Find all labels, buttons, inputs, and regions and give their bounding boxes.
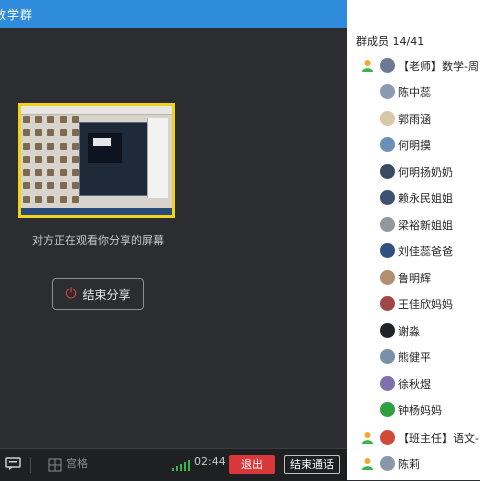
- avatar: [380, 376, 395, 391]
- avatar: [380, 270, 395, 285]
- avatar: [380, 164, 395, 179]
- member-label: 【老师】数学-周: [398, 60, 479, 73]
- member-name: 何明扬奶奶: [398, 166, 453, 179]
- list-item[interactable]: 梁裕新姐姐: [347, 215, 480, 235]
- power-icon: ⏻: [65, 286, 77, 302]
- list-item[interactable]: 王佳欣妈妈: [347, 294, 480, 314]
- member-group-teacher[interactable]: 【老师】数学-周: [347, 56, 480, 76]
- signal-strength-icon: [172, 460, 190, 471]
- member-name: 郭雨涵: [398, 113, 431, 126]
- avatar: [380, 84, 395, 99]
- list-item[interactable]: 谢淼: [347, 321, 480, 341]
- list-item[interactable]: 鲁明辉: [347, 268, 480, 288]
- end-call-button[interactable]: 结束通话: [284, 455, 340, 474]
- avatar: [380, 58, 395, 73]
- share-status-text: 对方正在观看你分享的屏幕: [32, 234, 164, 247]
- chat-icon[interactable]: [5, 457, 21, 471]
- end-share-button[interactable]: ⏻ 结束分享: [52, 278, 144, 310]
- member-name: 何明摸: [398, 139, 431, 152]
- avatar: [380, 111, 395, 126]
- list-item[interactable]: 徐秋煜: [347, 374, 480, 394]
- avatar: [380, 137, 395, 152]
- preview-toolbar: [21, 106, 172, 115]
- avatar: [380, 323, 395, 338]
- user-icon: [362, 60, 373, 72]
- list-item[interactable]: 钟杨妈妈: [347, 400, 480, 420]
- grid-view-label[interactable]: 宫格: [66, 455, 88, 471]
- member-name: 谢淼: [398, 325, 420, 338]
- member-label: 陈莉: [398, 458, 420, 471]
- member-name: 王佳欣妈妈: [398, 298, 453, 311]
- list-item[interactable]: 何明摸: [347, 135, 480, 155]
- grid-icon[interactable]: [48, 458, 62, 472]
- window-title: 数学群: [0, 8, 34, 22]
- title-bar: 数学群: [0, 0, 347, 28]
- member-name: 刘佳蕊爸爸: [398, 245, 453, 258]
- member-name: 陈中蕊: [398, 86, 431, 99]
- member-sidebar: 群成员 14/41 【老师】数学-周 陈中蕊郭雨涵何明摸何明扬奶奶赖永民姐姐梁裕…: [347, 0, 480, 480]
- user-icon: [362, 432, 373, 444]
- member-group-head-teacher[interactable]: 【班主任】语文-: [347, 428, 480, 448]
- avatar: [380, 402, 395, 417]
- toolbar-divider: [30, 457, 31, 473]
- preview-sidebar: [147, 118, 168, 198]
- member-name: 熊健平: [398, 351, 431, 364]
- avatar: [380, 430, 395, 445]
- member-count: 群成员 14/41: [356, 35, 425, 48]
- list-item[interactable]: 何明扬奶奶: [347, 162, 480, 182]
- avatar: [380, 349, 395, 364]
- end-share-label: 结束分享: [82, 287, 131, 302]
- member-name: 钟杨妈妈: [398, 404, 442, 417]
- member-row-last[interactable]: 陈莉: [347, 454, 480, 474]
- member-name: 梁裕新姐姐: [398, 219, 453, 232]
- screen-preview-thumbnail: [18, 103, 175, 218]
- member-label: 【班主任】语文-: [398, 432, 479, 445]
- list-item[interactable]: 陈中蕊: [347, 82, 480, 102]
- exit-button[interactable]: 退出: [229, 455, 275, 474]
- list-item[interactable]: 刘佳蕊爸爸: [347, 241, 480, 261]
- list-item[interactable]: 熊健平: [347, 347, 480, 367]
- avatar: [380, 217, 395, 232]
- user-icon: [362, 458, 373, 470]
- member-name: 鲁明辉: [398, 272, 431, 285]
- list-item[interactable]: 赖永民姐姐: [347, 188, 480, 208]
- member-name: 徐秋煜: [398, 378, 431, 391]
- preview-desktop-icons: [23, 116, 81, 206]
- list-item[interactable]: 郭雨涵: [347, 109, 480, 129]
- member-name: 赖永民姐姐: [398, 192, 453, 205]
- avatar: [380, 243, 395, 258]
- preview-taskbar: [21, 208, 172, 215]
- avatar: [380, 456, 395, 471]
- avatar: [380, 296, 395, 311]
- avatar: [380, 190, 395, 205]
- call-timer: 02:44: [194, 455, 226, 468]
- preview-window: [79, 122, 151, 196]
